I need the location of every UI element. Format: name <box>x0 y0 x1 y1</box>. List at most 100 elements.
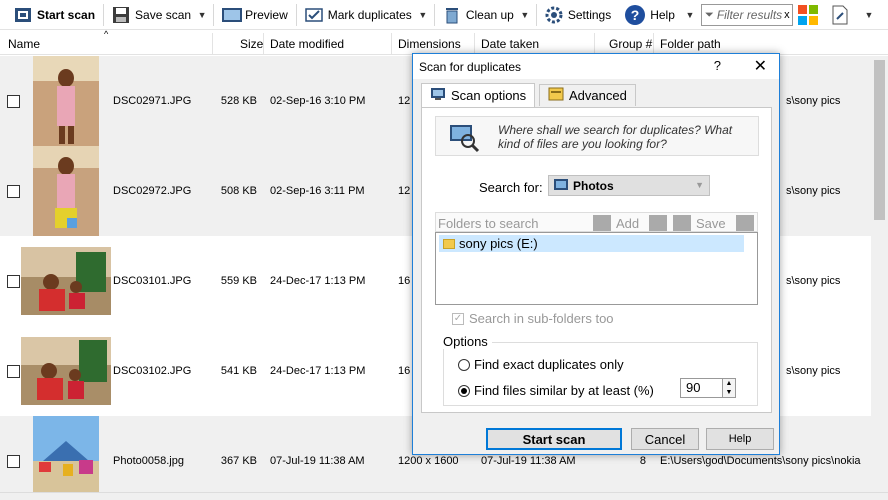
col-size[interactable]: Size <box>240 37 263 51</box>
column-divider <box>391 33 392 55</box>
page-icon[interactable] <box>830 5 850 25</box>
photo-thumbnail <box>33 416 99 492</box>
file-name: DSC03102.JPG <box>113 365 192 377</box>
start-scan-button[interactable]: Start scan <box>10 2 99 28</box>
dialog-title-bar: Scan for duplicates ? ✕ <box>413 54 779 79</box>
chevron-up-icon[interactable]: ▲ <box>723 379 735 388</box>
search-for-label: Search for: <box>479 180 543 195</box>
photo-thumbnail <box>21 337 111 405</box>
row-checkbox[interactable] <box>7 275 20 288</box>
filter-results-input[interactable]: ⏷ Filter results x <box>701 4 793 26</box>
chevron-down-icon[interactable]: ▼ <box>518 2 532 28</box>
close-icon[interactable]: ✕ <box>754 56 767 76</box>
help-label: Help <box>650 7 675 22</box>
row-checkbox[interactable] <box>7 95 20 108</box>
list-item[interactable]: sony pics (E:) <box>439 235 744 252</box>
filter-placeholder: Filter results <box>716 8 783 22</box>
row-checkbox[interactable] <box>7 185 20 198</box>
search-for-select[interactable]: Photos ▼ <box>548 175 710 196</box>
preview-label: Preview <box>245 7 288 22</box>
exact-duplicates-radio[interactable]: Find exact duplicates only <box>458 357 624 372</box>
start-scan-label: Start scan <box>37 7 96 22</box>
folder-path: s\sony pics <box>786 275 841 287</box>
help-icon: ? <box>625 4 646 25</box>
radio-on-icon <box>458 384 470 397</box>
toolbar-separator <box>535 3 537 26</box>
cancel-button[interactable]: Cancel <box>631 428 699 450</box>
spin-buttons[interactable]: ▲ ▼ <box>722 378 736 398</box>
subfolders-checkbox[interactable]: ✓ Search in sub-folders too <box>452 311 614 326</box>
chevron-down-icon[interactable]: ▼ <box>683 2 697 28</box>
date-modified: 07-Jul-19 11:38 AM <box>270 455 365 467</box>
tab-advanced[interactable]: Advanced <box>539 84 636 106</box>
chevron-down-icon: ▼ <box>695 180 704 190</box>
column-divider <box>263 33 264 55</box>
dimensions: 16 <box>398 275 411 287</box>
group-number: 8 <box>639 455 646 467</box>
scan-dialog: Scan for duplicates ? ✕ Scan options Adv… <box>412 53 780 455</box>
col-date-modified[interactable]: Date modified <box>270 37 344 51</box>
floppy-disk-icon <box>112 6 130 24</box>
start-scan-dialog-button[interactable]: Start scan <box>486 428 622 450</box>
folder-icon <box>443 238 455 249</box>
clean-up-button[interactable]: Clean up <box>439 2 518 28</box>
save-folders-icon[interactable] <box>673 215 691 231</box>
folder-path: E:\Users\god\Documents\sony pics\nokia <box>660 455 861 467</box>
dimensions: 16 <box>398 365 411 377</box>
save-scan-button[interactable]: Save scan <box>108 2 195 28</box>
folder-item-label: sony pics (E:) <box>459 236 538 251</box>
remove-folder-icon[interactable] <box>649 215 667 231</box>
prompt-box: Where shall we search for duplicates? Wh… <box>435 116 759 156</box>
clear-filter-icon[interactable]: x <box>784 9 790 21</box>
clean-up-label: Clean up <box>465 7 514 22</box>
chevron-down-icon[interactable]: ▼ <box>862 2 876 28</box>
date-modified: 02-Sep-16 3:10 PM <box>270 95 366 107</box>
vertical-scrollbar[interactable] <box>871 56 888 492</box>
mark-duplicates-icon <box>305 6 323 24</box>
photo-thumbnail <box>33 146 99 236</box>
preview-button[interactable]: Preview <box>218 2 292 28</box>
more-options-icon[interactable] <box>736 215 754 231</box>
photos-icon <box>554 178 568 193</box>
col-date-taken[interactable]: Date taken <box>481 37 539 51</box>
toolbar-separator <box>433 3 435 26</box>
folder-list[interactable]: sony pics (E:) <box>435 232 758 305</box>
row-checkbox[interactable] <box>7 365 20 378</box>
save-folders-button[interactable]: Save <box>696 216 726 231</box>
chevron-down-icon[interactable]: ▼ <box>723 388 735 397</box>
scroll-thumb[interactable] <box>874 60 885 220</box>
help-icon[interactable]: ? <box>714 58 721 73</box>
dimensions: 12 <box>398 95 411 107</box>
column-divider <box>212 33 213 55</box>
settings-label: Settings <box>567 7 612 22</box>
col-name[interactable]: Name <box>8 37 40 51</box>
chevron-down-icon[interactable]: ▼ <box>195 2 209 28</box>
similar-files-radio[interactable]: Find files similar by at least (%) <box>458 383 654 398</box>
column-header: Name ^ Size Date modified Dimensions Dat… <box>0 29 888 55</box>
date-modified: 24-Dec-17 1:13 PM <box>270 365 366 377</box>
folder-path: s\sony pics <box>786 95 841 107</box>
windows-logo-icon[interactable] <box>798 5 818 25</box>
chevron-down-icon[interactable]: ▼ <box>416 2 430 28</box>
help-dialog-button[interactable]: Help <box>706 428 774 450</box>
col-dimensions[interactable]: Dimensions <box>398 37 461 51</box>
row-checkbox[interactable] <box>7 455 20 468</box>
horizontal-scrollbar[interactable] <box>0 492 888 500</box>
advanced-icon <box>548 87 564 104</box>
sort-indicator-icon: ^ <box>104 29 109 39</box>
col-group[interactable]: Group # <box>609 37 652 51</box>
photo-thumbnail <box>21 247 111 315</box>
tab-advanced-label: Advanced <box>569 88 627 103</box>
date-modified: 02-Sep-16 3:11 PM <box>270 185 365 197</box>
column-divider <box>474 33 475 55</box>
add-folder-button[interactable]: Add <box>616 216 639 231</box>
mark-duplicates-button[interactable]: Mark duplicates <box>301 2 416 28</box>
date-taken: 07-Jul-19 11:38 AM <box>481 455 576 467</box>
options-label: Options <box>443 334 492 349</box>
toolbar-separator <box>295 3 297 26</box>
col-folder-path[interactable]: Folder path <box>660 37 721 51</box>
settings-button[interactable]: Settings <box>541 2 615 28</box>
help-button[interactable]: ? Help <box>621 2 679 28</box>
tab-scan-options[interactable]: Scan options <box>421 83 536 107</box>
add-folder-icon[interactable] <box>593 215 611 231</box>
